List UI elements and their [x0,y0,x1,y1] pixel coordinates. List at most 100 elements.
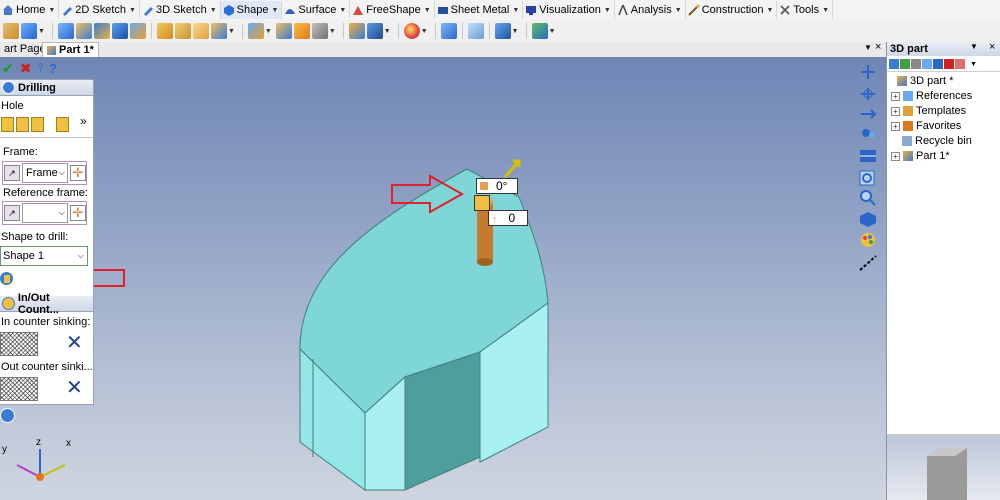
out-counter-sinking-preview[interactable] [0,377,38,401]
menu-tab-2d-sketch[interactable]: 2D Sketch ▼ [59,1,140,19]
extrude-icon[interactable] [57,23,74,39]
select-arrow-icon[interactable]: ↗ [4,165,20,181]
sweep-icon[interactable] [93,23,110,39]
dropdown-icon[interactable]: ▼ [48,7,55,14]
dropdown-icon[interactable]: ▼ [766,7,773,14]
view-icon[interactable] [858,147,878,165]
tab-part-1[interactable]: Part 1* [42,42,99,58]
dropdown-icon[interactable]: ▼ [339,7,346,14]
3d-model[interactable] [0,57,886,500]
dropdown-icon[interactable]: ▼ [512,7,519,14]
add-frame-icon[interactable]: ✛ [70,165,86,181]
menu-tab-construction[interactable]: Construction ▼ [686,1,778,19]
tree-item-templates[interactable]: + Templates [891,104,966,118]
pipe-icon[interactable] [129,23,146,39]
menu-tab-home[interactable]: Home ▼ [0,1,60,19]
dropdown-icon[interactable]: ▼ [822,7,829,14]
menu-tab-shape[interactable]: Shape ▼ [220,1,283,19]
move-icon[interactable] [858,63,878,81]
simple-hole-icon[interactable] [1,117,14,132]
direction-arrow-icon[interactable] [503,159,521,178]
menu-tab-analysis[interactable]: Analysis ▼ [615,1,686,19]
frame-dropdown[interactable]: Frame ⌵ [22,163,68,183]
drill-icon[interactable] [174,23,191,39]
gear-icon[interactable] [0,408,15,423]
add-frame-icon[interactable]: ✛ [70,205,86,221]
dashed-line-icon[interactable] [858,254,878,272]
dropdown-icon[interactable]: ▼ [129,7,136,14]
dropdown-icon[interactable]: ▼ [421,28,428,35]
hole-handle-icon[interactable] [474,195,490,211]
3d-viewport[interactable]: 0° ↑ 0 z x y [0,57,886,500]
close-icon[interactable]: × [875,41,881,53]
dropdown-icon[interactable]: ▼ [675,7,682,14]
more-options-icon[interactable]: » [80,114,87,128]
chevron-down-icon[interactable]: ▼ [864,43,872,52]
dropdown-icon[interactable]: ▼ [329,28,336,35]
expand-toggle-icon[interactable]: + [891,106,900,116]
angle-value-box[interactable]: 0° [476,178,518,194]
shell-icon[interactable] [293,23,310,39]
close-icon[interactable]: × [989,41,995,53]
hole-preview-button[interactable] [0,272,13,285]
dropdown-icon[interactable]: ▼ [549,28,556,35]
tree-item-part-1[interactable]: + Part 1* [891,149,950,163]
split-icon[interactable] [366,23,383,39]
tree-item-references[interactable]: + References [891,89,972,103]
palette-icon[interactable] [403,23,420,39]
menu-tab-freeshape[interactable]: FreeShape ▼ [350,1,435,19]
counter-sinking-header[interactable]: In/Out Count... [0,292,93,316]
collapse-icon[interactable] [900,59,910,69]
in-counter-sinking-preview[interactable] [0,332,38,356]
chevron-down-icon[interactable]: ▼ [970,42,978,51]
filter-icon[interactable] [922,59,932,69]
zoom-fit-icon[interactable] [858,169,878,187]
expand-icon[interactable] [889,59,899,69]
measure-icon[interactable] [467,23,484,39]
select-arrow-icon[interactable]: ↗ [4,205,20,221]
menu-tab-3d-sketch[interactable]: 3D Sketch ▼ [140,1,221,19]
cylinder-shape-icon[interactable] [21,23,37,39]
chamfer-icon[interactable] [275,23,292,39]
remove-in-counter-icon[interactable]: ✕ [66,330,83,355]
tree-item-favorites[interactable]: + Favorites [891,119,961,133]
expand-toggle-icon[interactable]: + [891,121,900,131]
rotate-icon[interactable] [858,85,878,103]
zoom-icon[interactable] [858,125,878,143]
layers-icon[interactable] [933,59,943,69]
delete-icon[interactable] [911,59,921,69]
flag-outline-icon[interactable] [955,59,965,69]
pin-icon[interactable]: ⫯ [37,60,43,76]
dropdown-icon[interactable]: ▼ [228,28,235,35]
menu-tab-surface[interactable]: Surface ▼ [282,1,351,19]
dropdown-icon[interactable]: ▼ [38,28,45,35]
dropdown-icon[interactable]: ▼ [271,7,278,14]
box-shape-icon[interactable] [3,23,19,39]
boss-icon[interactable] [192,23,209,39]
dropdown-icon[interactable]: ▼ [210,7,217,14]
counterbore-icon[interactable] [16,117,29,132]
pan-icon[interactable] [858,105,878,123]
expand-toggle-icon[interactable]: + [891,151,900,161]
flag-icon[interactable] [944,59,954,69]
magnifier-icon[interactable] [858,189,878,207]
pocket-icon[interactable] [156,23,173,39]
help-icon[interactable]: ? [49,61,57,76]
menu-tab-visualization[interactable]: Visualization ▼ [523,1,615,19]
dropdown-icon[interactable]: ▼ [512,28,519,35]
expand-toggle-icon[interactable]: + [891,91,900,101]
remove-out-counter-icon[interactable]: ✕ [66,375,83,400]
rib-icon[interactable] [210,23,227,39]
dropdown-icon[interactable]: ▼ [265,28,272,35]
draft-icon[interactable] [311,23,328,39]
dropdown-icon[interactable]: ▼ [604,7,611,14]
check-icon[interactable]: ✔ [2,60,14,77]
transform-icon[interactable] [494,23,511,39]
dropdown-icon[interactable]: ▼ [384,28,391,35]
revolve-icon[interactable] [75,23,92,39]
chevron-down-icon[interactable]: ▼ [970,61,977,68]
shaded-view-icon[interactable] [858,210,878,228]
close-icon[interactable]: ✖ [20,60,32,77]
boolean-icon[interactable] [348,23,365,39]
drilling-header[interactable]: Drilling [0,80,93,96]
